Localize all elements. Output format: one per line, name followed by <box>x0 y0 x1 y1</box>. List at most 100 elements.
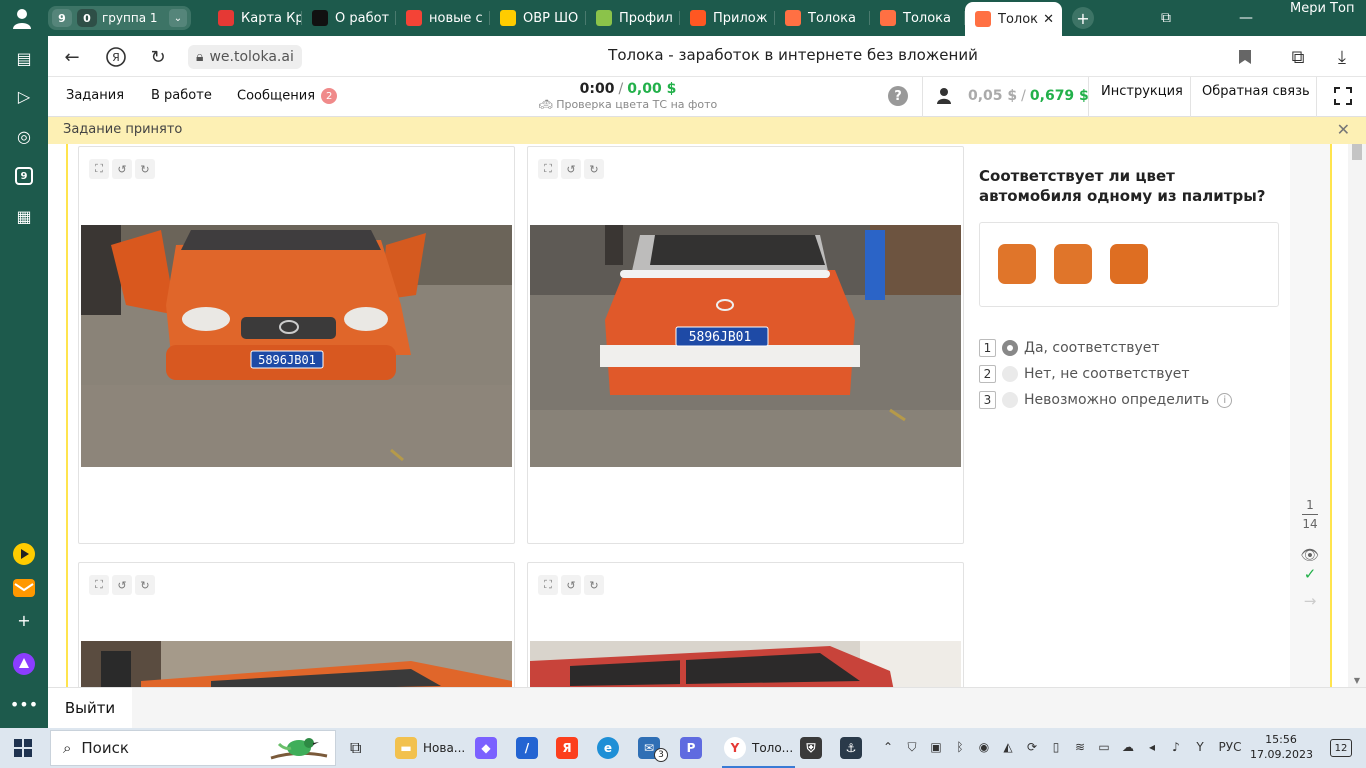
close-icon[interactable]: ✕ <box>1337 120 1350 139</box>
battery-icon[interactable]: ▭ <box>1096 738 1112 756</box>
browser-tab[interactable]: Толок ✕ <box>965 2 1062 36</box>
scroll-down-icon[interactable]: ▼ <box>1352 676 1362 685</box>
option-yes[interactable]: 1 Да, соответствует <box>979 338 1160 358</box>
browser-tab[interactable]: О работ <box>302 4 396 32</box>
mail-app-icon[interactable]: ✉ 3 <box>638 736 668 762</box>
new-tab-button[interactable]: + <box>1072 7 1094 29</box>
browser-tab[interactable]: Толока <box>775 4 870 32</box>
green-app-icon[interactable]: ◉ <box>976 738 992 756</box>
close-tab-icon[interactable]: ✕ <box>1043 12 1054 27</box>
minimize-icon[interactable]: — <box>1236 8 1256 28</box>
reminder-icon[interactable]: P <box>680 736 702 760</box>
cloud-icon[interactable]: ☁ <box>1120 738 1136 756</box>
vpn-icon[interactable]: ▣ <box>928 738 944 756</box>
rotate-left-icon[interactable]: ↺ <box>561 575 581 595</box>
instruction-link[interactable]: Инструкция <box>1101 84 1183 99</box>
edge-icon[interactable]: e <box>597 736 619 760</box>
taskbar-app-explorer[interactable]: ▬ Нова... <box>395 736 465 760</box>
screenshot-icon[interactable]: ◎ <box>12 124 36 148</box>
notifications-icon[interactable]: 12 <box>1330 739 1352 757</box>
game-warships-icon[interactable]: ⚓ <box>840 736 862 760</box>
rotate-right-icon[interactable]: ↻ <box>135 159 155 179</box>
radio-button[interactable] <box>1002 366 1018 382</box>
chevron-down-icon[interactable]: ⌄ <box>169 9 187 27</box>
bluetooth-icon[interactable]: ᛒ <box>952 738 968 756</box>
option-no[interactable]: 2 Нет, не соответствует <box>979 364 1190 384</box>
wifi-icon[interactable]: ≋ <box>1072 738 1088 756</box>
tab-group[interactable]: 9 0 группа 1 ⌄ <box>48 6 191 30</box>
car-photo-side-2[interactable] <box>530 641 961 687</box>
apps-grid-icon[interactable]: ▦ <box>12 204 36 228</box>
reload-icon[interactable]: ↻ <box>146 45 170 69</box>
browser-tab[interactable]: Прилож <box>680 4 775 32</box>
profile-icon[interactable] <box>10 6 34 30</box>
windows-start-icon[interactable] <box>14 739 32 757</box>
back-icon[interactable]: ← <box>60 45 84 69</box>
expand-icon[interactable]: ⛶ <box>89 575 109 595</box>
rotate-left-icon[interactable]: ↺ <box>112 159 132 179</box>
url-field[interactable]: 🔒︎ we.toloka.ai <box>188 45 302 69</box>
volume-icon[interactable]: ◂ <box>1144 738 1160 756</box>
radio-button[interactable] <box>1002 392 1018 408</box>
rotate-right-icon[interactable]: ↻ <box>584 159 604 179</box>
collections-icon[interactable]: ▤ <box>12 46 36 70</box>
expand-icon[interactable]: ⛶ <box>538 575 558 595</box>
nav-messages[interactable]: Сообщения 2 <box>237 88 338 104</box>
clock[interactable]: 15:56 17.09.2023 <box>1250 732 1313 762</box>
extensions-icon[interactable]: ⧉ <box>1286 45 1310 69</box>
sync-icon[interactable]: ⟳ <box>1024 738 1040 756</box>
downloads-icon[interactable]: ⤓ <box>1330 45 1354 69</box>
rotate-left-icon[interactable]: ↺ <box>561 159 581 179</box>
option-undetermined[interactable]: 3 Невозможно определить i <box>979 390 1233 410</box>
orange-app-icon[interactable]: ◭ <box>1000 738 1016 756</box>
video-icon[interactable]: ▷ <box>12 84 36 108</box>
arrow-right-icon[interactable]: → <box>1300 592 1320 610</box>
device-icon[interactable]: ▯ <box>1048 738 1064 756</box>
check-icon[interactable]: ✓ <box>1300 565 1320 583</box>
eye-icon[interactable]: 👁︎ <box>1300 546 1320 564</box>
help-icon[interactable]: ? <box>888 86 908 106</box>
microphone-icon[interactable]: ♪ <box>1168 738 1184 756</box>
tabs-list-icon[interactable]: ⧉ <box>1156 8 1176 28</box>
tabs-count-icon[interactable]: 9 <box>12 164 36 188</box>
browser-tab[interactable]: Толока <box>870 4 965 32</box>
rotate-left-icon[interactable]: ↺ <box>112 575 132 595</box>
rotate-right-icon[interactable]: ↻ <box>584 575 604 595</box>
expand-icon[interactable]: ⛶ <box>538 159 558 179</box>
mail-icon[interactable] <box>12 576 36 600</box>
add-panel-icon[interactable]: + <box>12 608 36 632</box>
nav-in-work[interactable]: В работе <box>151 88 212 103</box>
car-photo-rear[interactable]: 5896JB01 <box>530 225 961 467</box>
vertical-scrollbar[interactable]: ▼ <box>1348 144 1366 687</box>
chevron-up-icon[interactable]: ⌃ <box>880 738 896 756</box>
expand-icon[interactable]: ⛶ <box>89 159 109 179</box>
security-icon[interactable]: ⛉ <box>904 738 920 756</box>
browser-tab[interactable]: новые с <box>396 4 490 32</box>
taskbar-app-browser[interactable]: Y Толо... <box>722 736 796 768</box>
car-photo-side[interactable] <box>81 641 512 687</box>
radio-button[interactable] <box>1002 340 1018 356</box>
bookmark-icon[interactable] <box>1233 45 1257 69</box>
yandex-music-icon[interactable] <box>12 542 36 566</box>
task-view-icon[interactable]: ⧉ <box>350 736 361 760</box>
yandex-tray-icon[interactable]: Y <box>1192 738 1208 756</box>
yandex-icon[interactable]: Я <box>556 736 578 760</box>
exit-button[interactable]: Выйти <box>48 688 132 728</box>
car-photo-front[interactable]: 5896JB01 <box>81 225 512 467</box>
info-icon[interactable]: i <box>1217 392 1233 408</box>
browser-tab[interactable]: Профил <box>586 4 680 32</box>
game-tanks-icon[interactable]: ⛨ <box>800 736 822 760</box>
balance[interactable]: 0,05 $/0,679 $ <box>968 88 1089 104</box>
copilot-icon[interactable]: ◆ <box>475 736 497 760</box>
browser-tab[interactable]: ОВР ШО <box>490 4 586 32</box>
scrollbar-thumb[interactable] <box>1352 144 1362 160</box>
rotate-right-icon[interactable]: ↻ <box>135 575 155 595</box>
feedback-link[interactable]: Обратная связь <box>1202 84 1310 99</box>
browser-tab[interactable]: Карта Кр <box>208 4 302 32</box>
language-indicator[interactable]: РУС <box>1216 738 1244 756</box>
yandex-home-icon[interactable]: Я <box>104 45 128 69</box>
fullscreen-icon[interactable] <box>1334 87 1352 105</box>
more-icon[interactable]: ••• <box>10 692 38 716</box>
nav-tasks[interactable]: Задания <box>66 88 124 103</box>
alice-icon[interactable] <box>12 652 36 676</box>
